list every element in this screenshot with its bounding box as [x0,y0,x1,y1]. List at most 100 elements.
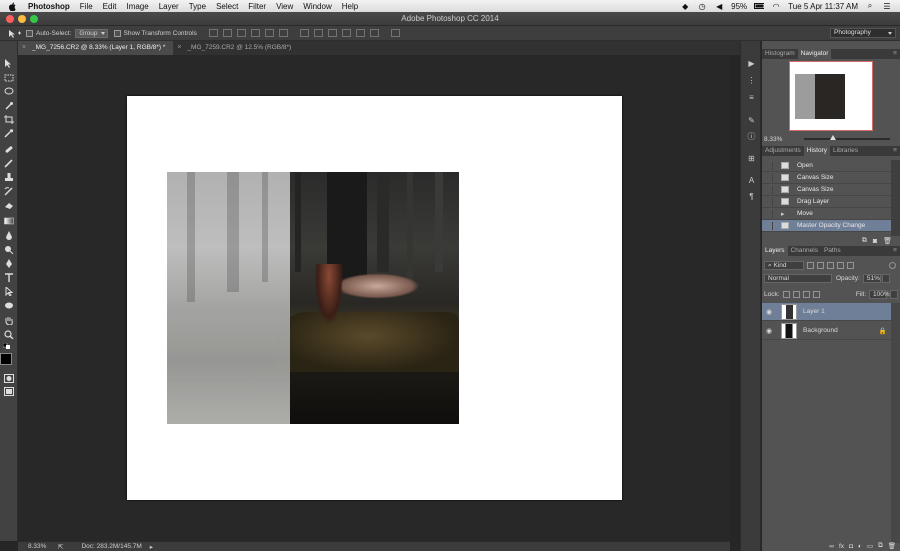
align-left-icon[interactable] [250,29,260,37]
distribute-bottom-icon[interactable] [327,29,337,37]
menu-layer[interactable]: Layer [159,2,179,11]
marquee-tool-icon[interactable] [3,73,15,82]
new-group-icon[interactable]: ▭ [867,542,873,550]
brush-tool-icon[interactable] [3,159,15,168]
filter-smartobject-icon[interactable] [847,261,854,269]
lock-transparent-icon[interactable] [782,290,790,298]
adjustment-layer-icon[interactable]: ◐ [858,543,862,550]
tab-libraries[interactable]: Libraries [830,146,861,156]
lock-position-icon[interactable] [802,290,810,298]
type-tool-icon[interactable] [3,273,15,282]
distribute-vcenter-icon[interactable] [313,29,323,37]
shape-tool-icon[interactable] [3,301,15,310]
opacity-input[interactable]: 51% [862,273,881,283]
path-selection-tool-icon[interactable] [3,287,15,296]
history-item[interactable]: Canvas Size [762,184,891,196]
blend-mode-dropdown[interactable]: Normal [764,273,832,283]
foreground-color-swatch[interactable] [0,353,12,365]
navigator-zoom-slider[interactable] [804,135,890,140]
spotlight-icon[interactable]: ⌕ [865,1,875,10]
healing-brush-tool-icon[interactable] [3,145,15,154]
align-vcenter-icon[interactable] [222,29,232,37]
history-item[interactable]: Open [762,160,891,172]
trash-icon[interactable]: 🗑 [883,237,892,245]
layer-name[interactable]: Layer 1 [803,308,825,315]
quick-mask-icon[interactable] [3,374,15,383]
history-item[interactable]: ▸ Move [762,208,891,220]
photo-layer-1-overlay[interactable] [167,172,290,424]
auto-select-dropdown[interactable]: Group [75,28,108,38]
tab-history[interactable]: History [803,146,831,156]
layers-scrollbar[interactable] [891,303,900,543]
panel-menu-icon[interactable]: ≡ [890,49,900,59]
filter-toggle-icon[interactable] [889,261,896,269]
visibility-eye-icon[interactable]: ◉ [764,327,774,335]
tab-adjustments[interactable]: Adjustments [762,146,804,156]
info-icon[interactable]: ⓘ [746,131,757,141]
menu-type[interactable]: Type [189,2,206,11]
tab-layers[interactable]: Layers [762,246,788,256]
align-right-icon[interactable] [278,29,288,37]
screen-mode-icon[interactable] [3,387,15,396]
new-layer-icon[interactable]: ⧉ [878,542,883,550]
layer-style-icon[interactable]: fx [839,543,844,550]
brush-presets-icon[interactable]: ✎ [746,115,757,125]
add-mask-icon[interactable]: ◘ [849,543,853,550]
adjust-icon[interactable]: ⋮ [746,75,757,85]
align-hcenter-icon[interactable] [264,29,274,37]
filter-pixel-icon[interactable] [807,261,814,269]
apple-icon[interactable] [8,1,18,11]
layer-filter-dropdown[interactable]: ⌕ Kind [764,260,804,270]
play-actions-icon[interactable]: ▶ [746,58,757,68]
tab-histogram[interactable]: Histogram [762,49,798,59]
fill-input[interactable]: 100% [869,289,890,299]
battery-icon[interactable] [754,2,765,10]
fill-slider-button[interactable] [890,289,898,299]
lock-image-icon[interactable] [792,290,800,298]
eyedropper-tool-icon[interactable] [3,129,15,138]
character-icon[interactable]: A [746,175,757,185]
history-item[interactable]: Canvas Size [762,172,891,184]
history-scrollbar[interactable] [891,160,900,236]
delete-layer-icon[interactable]: 🗑 [888,542,896,550]
wifi-icon[interactable]: ◠ [771,2,781,11]
panel-menu-icon[interactable]: ≡ [890,246,900,256]
layer-row-selected[interactable]: ◉ Layer 1 [762,303,891,321]
filter-shape-icon[interactable] [837,261,844,269]
gradient-tool-icon[interactable] [3,216,15,225]
auto-select-checkbox[interactable] [26,29,33,37]
menu-select[interactable]: Select [216,2,238,11]
distribute-left-icon[interactable] [341,29,351,37]
timemachine-icon[interactable]: ◷ [697,2,707,11]
new-snapshot-icon[interactable]: ◙ [873,238,877,245]
status-zoom[interactable]: 8.33% [28,543,58,550]
menu-help[interactable]: Help [342,2,358,11]
menu-filter[interactable]: Filter [248,2,266,11]
tab-navigator[interactable]: Navigator [797,49,832,59]
filter-adjustment-icon[interactable] [817,261,824,269]
menu-photoshop[interactable]: Photoshop [28,2,70,11]
lasso-tool-icon[interactable] [3,87,15,96]
move-tool-icon[interactable] [3,59,15,68]
share-icon[interactable]: ⇱ [58,543,63,551]
close-tab-icon[interactable]: × [177,41,181,55]
properties-icon[interactable]: ≡ [746,92,757,102]
visibility-eye-icon[interactable]: ◉ [764,308,774,316]
distribute-hcenter-icon[interactable] [355,29,365,37]
menu-window[interactable]: Window [303,2,331,11]
clock[interactable]: Tue 5 Apr 11:37 AM [788,2,858,11]
status-menu-icon[interactable]: ▸ [150,543,153,551]
align-bottom-icon[interactable] [236,29,246,37]
crop-tool-icon[interactable] [3,115,15,124]
tab-channels[interactable]: Channels [788,246,821,256]
doc-tab[interactable]: × _MG_7259.CR2 @ 12.5% (RGB/8*) [173,41,299,55]
default-colors-icon[interactable] [3,343,11,349]
menu-edit[interactable]: Edit [103,2,117,11]
align-top-icon[interactable] [208,29,218,37]
link-layers-icon[interactable]: ∞ [829,543,834,550]
distribute-top-icon[interactable] [299,29,309,37]
history-item[interactable]: Drag Layer [762,196,891,208]
new-document-from-state-icon[interactable]: ⧉ [862,237,867,245]
volume-icon[interactable]: ◀ [714,2,724,11]
distribute-right-icon[interactable] [369,29,379,37]
